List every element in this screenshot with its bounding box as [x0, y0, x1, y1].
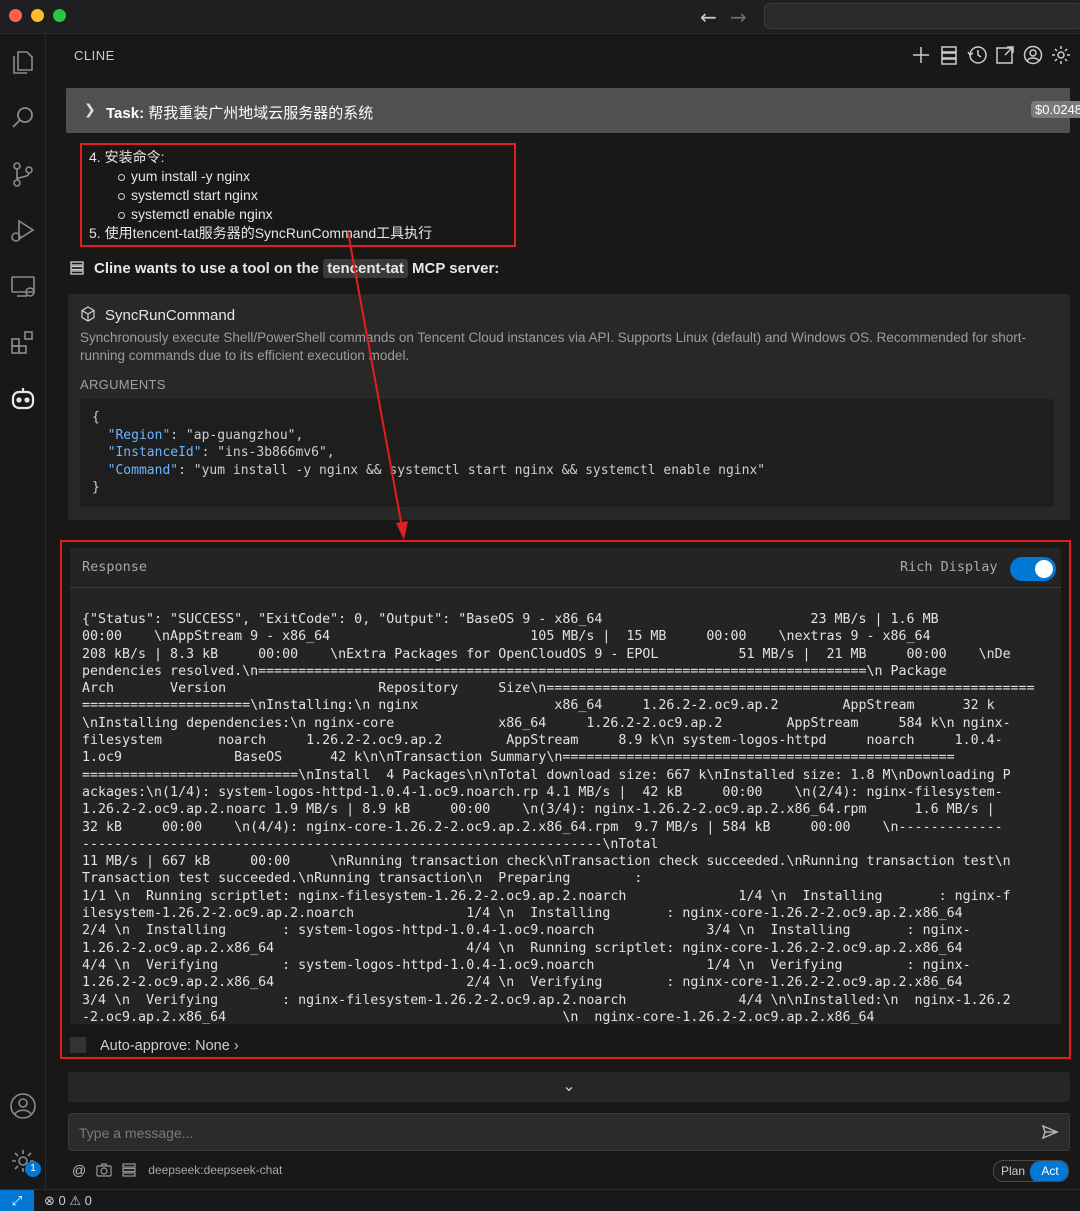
settings-badge: 1 — [25, 1161, 41, 1177]
remote-indicator[interactable]: ⤢ — [0, 1190, 34, 1211]
response-highlight: Response Rich Display {"Status": "SUCCES… — [60, 540, 1071, 1059]
response-header: Response Rich Display — [70, 548, 1061, 588]
plan-act-toggle[interactable]: Plan Act — [993, 1160, 1069, 1182]
response-line: 00:00 \nAppStream 9 - x86_64 105 MB/s | … — [82, 629, 931, 645]
account-icon[interactable] — [8, 1091, 38, 1121]
search-icon[interactable] — [8, 103, 38, 133]
response-line: ===========================\nInstall 4 P… — [82, 767, 1011, 783]
command-center[interactable] — [764, 3, 1080, 29]
step-item: 4. 安装命令: — [89, 149, 165, 165]
status-bar: ⤢ ⊗ 0 ⚠ 0 — [0, 1189, 1080, 1211]
cline-robot-icon[interactable] — [8, 383, 38, 413]
response-card: Response Rich Display {"Status": "SUCCES… — [70, 548, 1061, 1024]
chevron-right-icon: › — [233, 1038, 239, 1054]
response-line: ilesystem-1.26.2-2.oc9.ap.2.noarch 1/4 \… — [82, 906, 963, 922]
nav-back-icon[interactable]: ← — [700, 5, 717, 29]
chevron-down-icon: ⌄ — [562, 1078, 576, 1095]
response-line: 1.oc9 BaseOS 42 k\n\nTransaction Summary… — [82, 750, 955, 766]
source-control-icon[interactable] — [8, 159, 38, 189]
step-subitem: systemctl enable nginx — [89, 205, 514, 224]
response-line: -2.oc9.ap.2.x86_64 \n nginx-core-1.26.2-… — [82, 1009, 875, 1024]
explorer-icon[interactable] — [8, 47, 38, 77]
camera-icon[interactable] — [96, 1163, 112, 1177]
response-label: Response — [82, 559, 148, 575]
title-bar: ← → — [0, 0, 1080, 34]
rich-display-toggle[interactable] — [1010, 557, 1056, 581]
response-line: Arch Version Repository Size\n==========… — [82, 681, 1035, 697]
toggle-knob — [1035, 560, 1053, 578]
panel-title: CLINE — [74, 48, 115, 63]
run-debug-icon[interactable] — [8, 215, 38, 245]
popout-icon[interactable] — [994, 44, 1016, 66]
plan-steps: 4. 安装命令: yum install -y nginx systemctl … — [80, 143, 516, 247]
response-line: ackages:\n(1/4): system-logos-httpd-1.0.… — [82, 784, 1003, 800]
response-line: 1.26.2-2.oc9.ap.2.x86_64 4/4 \n Running … — [82, 940, 963, 956]
response-line: 3/4 \n Verifying : nginx-filesystem-1.26… — [82, 992, 1011, 1008]
response-line: filesystem noarch 1.26.2-2.oc9.ap.2 AppS… — [82, 733, 1003, 749]
tool-name: SyncRunCommand — [105, 307, 236, 324]
arguments-label: ARGUMENTS — [80, 377, 166, 392]
auto-approve-checkbox[interactable] — [70, 1037, 86, 1053]
server-icon[interactable] — [122, 1163, 136, 1177]
response-line: pendencies resolved.\n==================… — [82, 663, 947, 679]
remote-explorer-icon[interactable] — [8, 271, 38, 301]
cost-badge: $0.0248 — [1031, 101, 1080, 118]
mcp-server-icon — [70, 261, 84, 275]
response-line: 32 kB 00:00 \n(4/4): nginx-core-1.26.2-2… — [82, 819, 1003, 835]
problems-indicator[interactable]: ⊗ 0 ⚠ 0 — [44, 1193, 92, 1209]
arguments-code: { "Region": "ap-guangzhou", "InstanceId"… — [80, 399, 1054, 507]
window-minimize-button[interactable] — [31, 9, 44, 22]
act-button[interactable]: Act — [1030, 1161, 1068, 1181]
response-line: {"Status": "SUCCESS", "ExitCode": 0, "Ou… — [82, 612, 939, 627]
cube-icon — [81, 306, 95, 322]
message-placeholder: Type a message... — [79, 1125, 194, 1141]
extensions-icon[interactable] — [8, 327, 38, 357]
response-line: 2/4 \n Installing : system-logos-httpd-1… — [82, 923, 971, 939]
response-line: \nInstalling dependencies:\n nginx-core … — [82, 715, 1011, 731]
response-line: 11 MB/s | 667 kB 00:00 \nRunning transac… — [82, 854, 1011, 870]
composer-toolbar: @ deepseek:deepseek-chat — [72, 1162, 282, 1178]
task-title: Task: 帮我重装广州地域云服务器的系统 — [106, 105, 374, 122]
activity-bar — [0, 35, 46, 1189]
step-subitem: yum install -y nginx — [89, 167, 514, 186]
gear-icon[interactable] — [1050, 44, 1072, 66]
server-icon[interactable] — [938, 44, 960, 66]
panel-toolbar — [910, 44, 1072, 66]
nav-forward-icon[interactable]: → — [730, 5, 747, 29]
chevron-right-icon[interactable]: ❯ — [84, 101, 96, 118]
model-selector[interactable]: deepseek:deepseek-chat — [148, 1163, 282, 1177]
tool-description: Synchronously execute Shell/PowerShell c… — [80, 330, 1026, 363]
tool-card: SyncRunCommand Synchronously execute She… — [68, 294, 1070, 520]
history-icon[interactable] — [966, 44, 988, 66]
plan-button[interactable]: Plan — [994, 1161, 1032, 1181]
mention-icon[interactable]: @ — [72, 1162, 86, 1178]
response-line: 4/4 \n Verifying : system-logos-httpd-1.… — [82, 957, 971, 973]
response-line: Transaction test succeeded.\nRunning tra… — [82, 871, 643, 887]
step-subitem: systemctl start nginx — [89, 186, 514, 205]
response-line: ----------------------------------------… — [82, 836, 659, 852]
response-line: 208 kB/s | 8.3 kB 00:00 \nExtra Packages… — [82, 646, 1011, 662]
error-icon: ⊗ — [44, 1193, 55, 1208]
warning-icon: ⚠ — [69, 1193, 82, 1208]
response-line: =====================\nInstalling:\n ngi… — [82, 698, 995, 714]
account-circle-icon[interactable] — [1022, 44, 1044, 66]
send-icon[interactable] — [1041, 1123, 1059, 1141]
scroll-down-button[interactable]: ⌄ — [68, 1072, 1070, 1102]
tool-request-heading: Cline wants to use a tool on the tencent… — [70, 259, 499, 278]
response-output: {"Status": "SUCCESS", "ExitCode": 0, "Ou… — [82, 611, 1052, 1024]
plus-icon[interactable] — [910, 44, 932, 66]
step-item: 5. 使用tencent-tat服务器的SyncRunCommand工具执行 — [89, 225, 433, 241]
response-line: 1/1 \n Running scriptlet: nginx-filesyst… — [82, 888, 1011, 904]
auto-approve-bar[interactable]: Auto-approve: None › — [70, 1037, 239, 1054]
message-input[interactable]: Type a message... — [68, 1113, 1070, 1151]
rich-display-label: Rich Display — [900, 559, 998, 575]
server-name: tencent-tat — [323, 259, 408, 278]
response-line: 1.26.2-2.oc9.ap.2.x86_64 2/4 \n Verifyin… — [82, 975, 963, 991]
window-maximize-button[interactable] — [53, 9, 66, 22]
task-header[interactable]: ❯ Task: 帮我重装广州地域云服务器的系统 $0.0248 × — [66, 88, 1080, 133]
response-line: 1.26.2-2.oc9.ap.2.noarc 1.9 MB/s | 8.9 k… — [82, 802, 995, 818]
window-close-button[interactable] — [9, 9, 22, 22]
